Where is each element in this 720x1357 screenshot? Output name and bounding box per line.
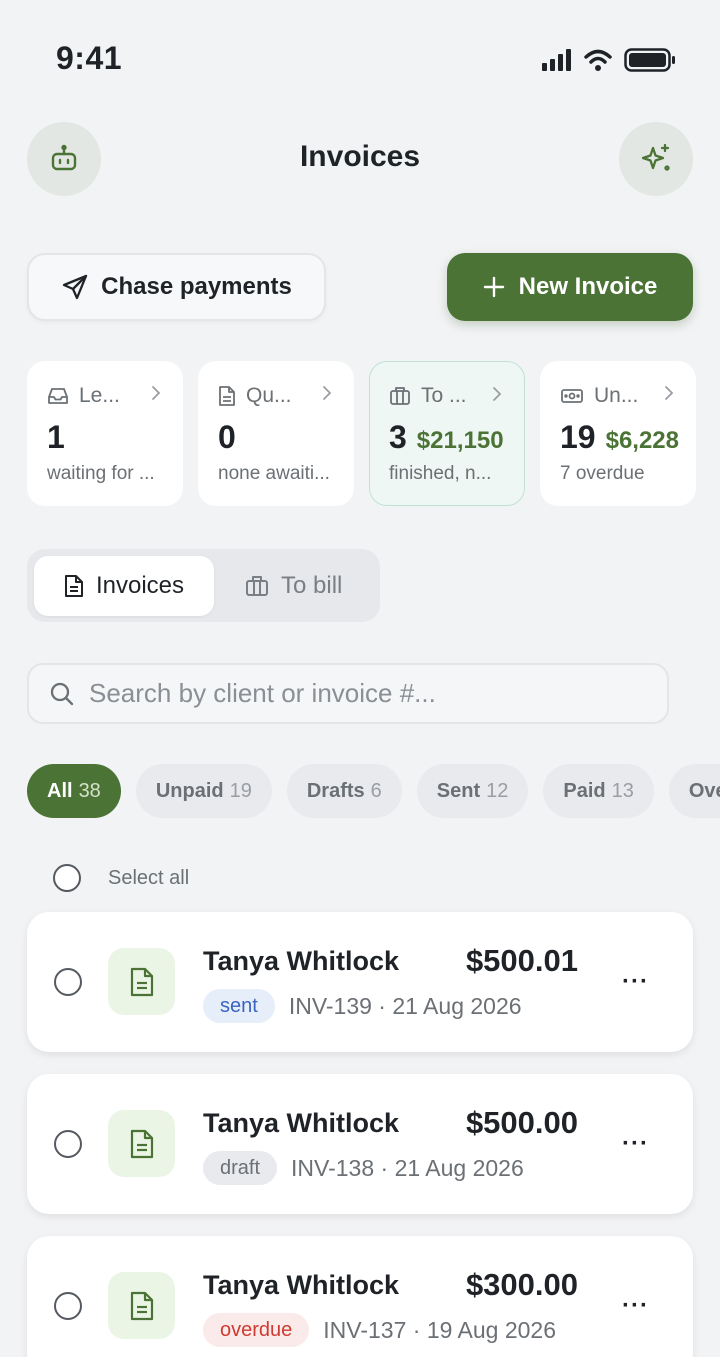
invoice-amount: $300.00 xyxy=(465,1267,578,1302)
row-select-checkbox[interactable] xyxy=(54,968,82,996)
document-icon xyxy=(130,967,153,996)
more-options-icon[interactable]: ··· xyxy=(622,1130,649,1158)
filter-chip-label: Sent xyxy=(436,779,481,802)
search-bar xyxy=(27,663,669,724)
document-icon xyxy=(130,1129,153,1158)
filter-chip-count: 6 xyxy=(370,779,382,802)
inbox-icon xyxy=(48,388,68,404)
search-input[interactable] xyxy=(89,678,667,709)
page-title: Invoices xyxy=(299,140,421,173)
plus-icon xyxy=(483,276,504,298)
view-segment: Invoices To bill xyxy=(27,549,380,622)
chevron-right-icon xyxy=(323,386,332,400)
send-icon xyxy=(62,274,88,300)
tab-invoices[interactable]: Invoices xyxy=(34,556,214,616)
invoice-thumbnail xyxy=(108,1110,175,1177)
tab-to-bill-label: To bill xyxy=(281,572,343,599)
invoice-row[interactable]: Tanya Whitlock $500.00 draft INV-138 · 2… xyxy=(27,1074,693,1214)
summary-card-amount: $6,228 xyxy=(605,427,679,454)
filter-chip-all[interactable]: All 38 xyxy=(27,764,121,818)
summary-card-quotes[interactable]: Qu... 0 none awaiti... xyxy=(198,361,354,506)
status-badge: overdue xyxy=(203,1313,310,1347)
summary-card-subtitle: none awaiti... xyxy=(218,463,330,484)
briefcase-icon xyxy=(246,576,268,596)
document-icon xyxy=(130,1291,153,1320)
select-all-label: Select all xyxy=(108,866,190,889)
summary-cards: Le... 1 waiting for ... Qu... 0 none awa… xyxy=(27,361,696,506)
new-invoice-button[interactable]: New Invoice xyxy=(447,253,693,321)
filter-chip-count: 38 xyxy=(78,779,101,802)
chevron-right-icon xyxy=(665,386,674,400)
select-all-row[interactable]: Select all xyxy=(53,864,189,892)
chevron-right-icon xyxy=(152,386,161,400)
filter-chip-label: All xyxy=(47,779,73,802)
document-icon xyxy=(219,386,235,406)
filter-chip-drafts[interactable]: Drafts 6 xyxy=(286,764,402,818)
battery-icon xyxy=(624,48,675,72)
cash-icon xyxy=(561,389,583,403)
invoice-amount: $500.01 xyxy=(465,943,578,978)
invoice-meta: INV-139 · 21 Aug 2026 xyxy=(288,992,522,1019)
summary-card-amount: $21,150 xyxy=(416,427,504,454)
summary-card-count: 0 xyxy=(218,419,236,455)
invoice-row[interactable]: Tanya Whitlock $300.00 overdue INV-137 ·… xyxy=(27,1236,693,1357)
tab-to-bill[interactable]: To bill xyxy=(245,556,342,616)
summary-card-leads[interactable]: Le... 1 waiting for ... xyxy=(27,361,183,506)
summary-card-label: Un... xyxy=(594,384,639,407)
summary-card-label: Le... xyxy=(79,384,120,407)
tab-invoices-label: Invoices xyxy=(95,572,185,599)
chevron-right-icon xyxy=(493,387,502,401)
document-icon xyxy=(64,575,83,597)
more-options-icon[interactable]: ··· xyxy=(622,1292,649,1320)
invoice-row[interactable]: Tanya Whitlock $500.01 sent INV-139 · 21… xyxy=(27,912,693,1052)
filter-chip-label: Ove xyxy=(688,779,720,802)
invoice-thumbnail xyxy=(108,1272,175,1339)
filter-chip-unpaid[interactable]: Unpaid 19 xyxy=(135,764,272,818)
briefcase-icon xyxy=(390,387,410,405)
invoice-thumbnail xyxy=(108,948,175,1015)
invoice-client: Tanya Whitlock xyxy=(203,946,400,976)
invoice-client: Tanya Whitlock xyxy=(203,1270,400,1300)
invoice-amount: $500.00 xyxy=(465,1105,578,1140)
status-time: 9:41 xyxy=(56,40,123,76)
sparkle-icon xyxy=(641,143,670,171)
more-options-icon[interactable]: ··· xyxy=(622,968,649,996)
filter-chip-count: 13 xyxy=(611,779,634,802)
filter-chip-count: 19 xyxy=(229,779,252,802)
select-all-checkbox[interactable] xyxy=(53,864,81,892)
chase-payments-button[interactable]: Chase payments xyxy=(27,253,326,321)
new-invoice-label: New Invoice xyxy=(518,273,658,300)
summary-card-subtitle: 7 overdue xyxy=(560,463,645,484)
filter-chip-sent[interactable]: Sent 12 xyxy=(416,764,529,818)
search-icon xyxy=(50,682,74,705)
status-badge: draft xyxy=(203,1151,278,1185)
summary-card-count: 19 xyxy=(560,419,596,455)
summary-card-to-bill[interactable]: To ... 3 $21,150 finished, n... xyxy=(369,361,525,506)
summary-card-count: 1 xyxy=(47,419,65,455)
wifi-icon xyxy=(584,49,612,71)
invoice-meta: INV-138 · 21 Aug 2026 xyxy=(291,1154,524,1181)
summary-card-subtitle: finished, n... xyxy=(389,463,492,484)
status-badge: sent xyxy=(203,989,275,1023)
filter-chips: All 38 Unpaid 19 Drafts 6 Sent 12 Paid 1… xyxy=(27,764,720,818)
status-icons xyxy=(542,48,676,72)
invoice-meta: INV-137 · 19 Aug 2026 xyxy=(323,1316,557,1343)
summary-card-subtitle: waiting for ... xyxy=(47,463,155,484)
summary-card-unpaid[interactable]: Un... 19 $6,228 7 overdue xyxy=(540,361,696,506)
ai-sparkle-button[interactable] xyxy=(619,122,693,196)
signal-icon xyxy=(542,49,571,71)
row-select-checkbox[interactable] xyxy=(54,1130,82,1158)
filter-chip-overdue[interactable]: Ove xyxy=(668,764,720,818)
filter-chip-label: Unpaid xyxy=(155,779,224,802)
summary-card-label: Qu... xyxy=(246,384,292,407)
summary-card-label: To ... xyxy=(421,384,467,407)
filter-chip-label: Paid xyxy=(563,779,606,802)
filter-chip-label: Drafts xyxy=(306,779,365,802)
row-select-checkbox[interactable] xyxy=(54,1292,82,1320)
summary-card-count: 3 xyxy=(389,419,407,455)
chase-payments-label: Chase payments xyxy=(101,273,292,300)
filter-chip-paid[interactable]: Paid 13 xyxy=(543,764,654,818)
invoice-client: Tanya Whitlock xyxy=(203,1108,400,1138)
filter-chip-count: 12 xyxy=(486,779,509,802)
